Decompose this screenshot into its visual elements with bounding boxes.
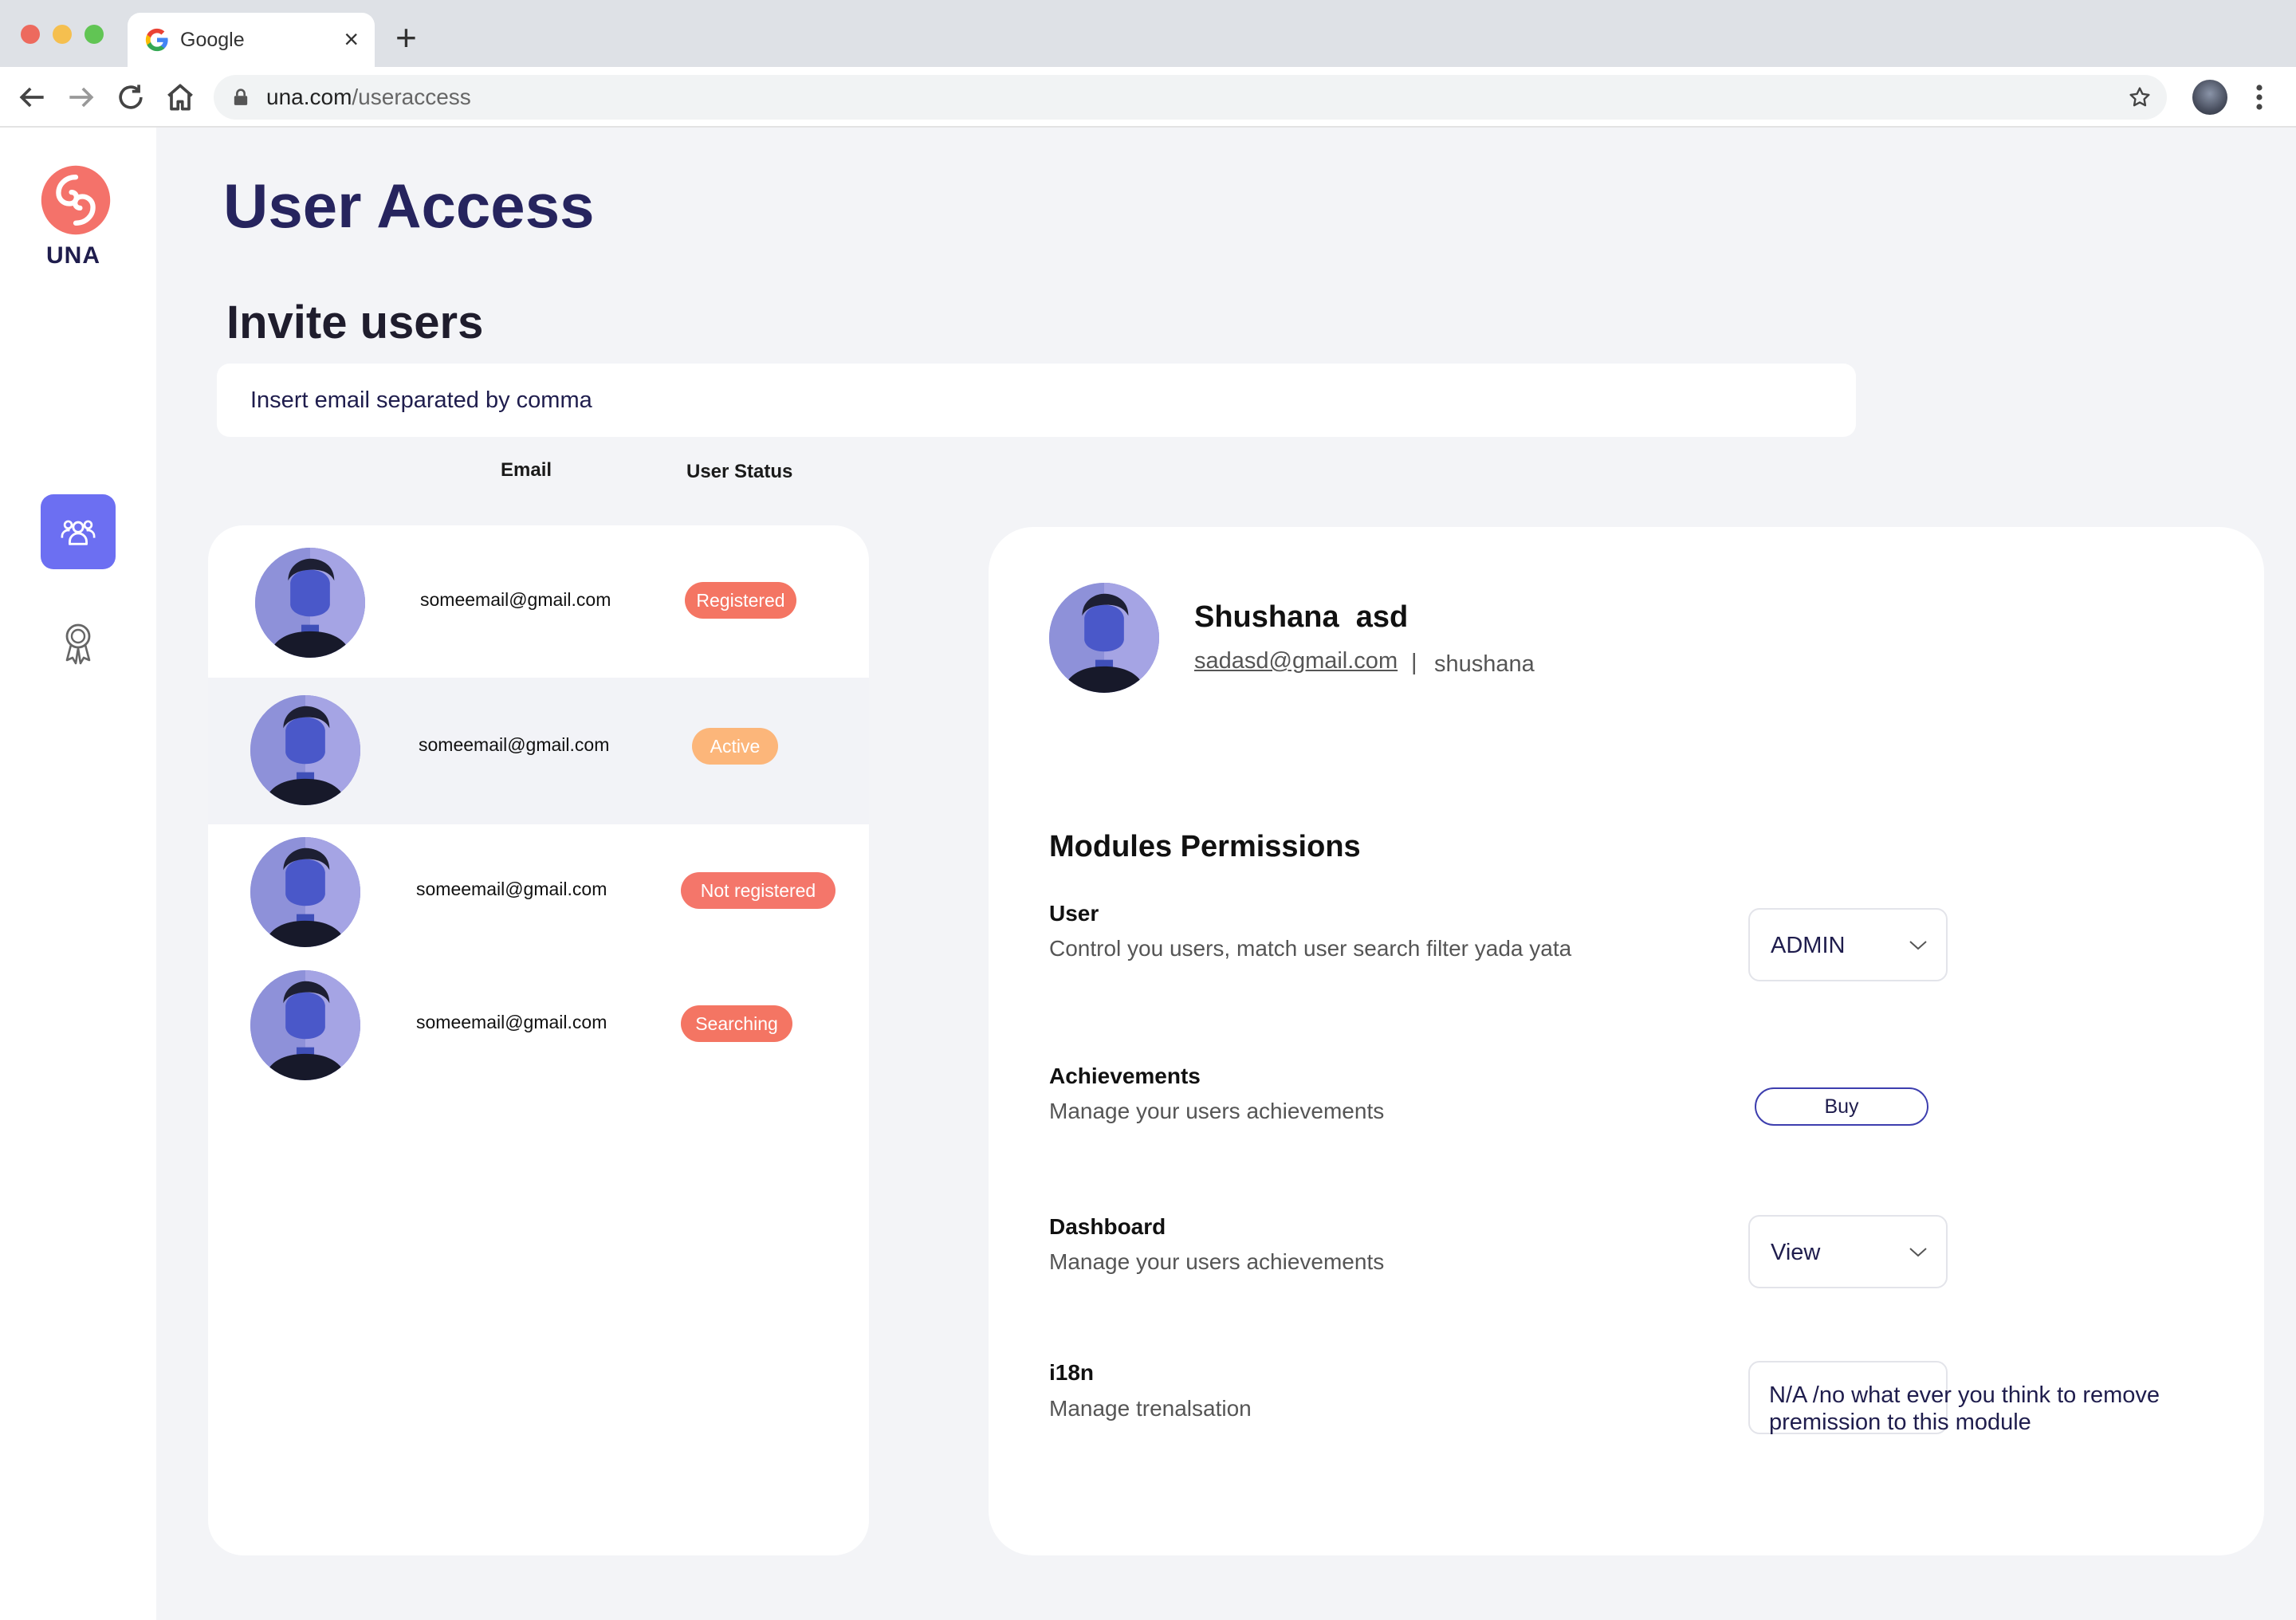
achievements-buy-button[interactable]: Buy — [1755, 1087, 1928, 1126]
window-minimize-button[interactable] — [53, 25, 72, 44]
status-badge: Active — [692, 728, 778, 765]
select-value: ADMIN — [1771, 933, 1846, 958]
bookmark-star-icon[interactable] — [2127, 85, 2152, 110]
avatar — [250, 837, 360, 947]
user-row[interactable]: someemail@gmail.com Registered — [208, 525, 869, 672]
status-badge: Registered — [685, 582, 796, 619]
una-logo-icon[interactable] — [40, 164, 112, 236]
award-icon — [65, 623, 91, 665]
browser-tab[interactable]: Google × — [128, 13, 375, 67]
avatar — [255, 548, 365, 658]
module-name-dashboard: Dashboard — [1049, 1214, 1166, 1239]
avatar — [1049, 583, 1159, 693]
avatar — [250, 695, 360, 805]
sidebar-item-achievements[interactable] — [59, 620, 97, 665]
invite-email-input[interactable] — [217, 364, 1856, 437]
new-tab-button[interactable]: + — [395, 18, 417, 57]
i18n-select-value: N/A /no what ever you think to remove pr… — [1769, 1382, 2160, 1435]
invite-users-title: Invite users — [226, 297, 484, 348]
status-badge: Not registered — [681, 872, 835, 909]
column-header-email: Email — [501, 459, 552, 481]
separator: | — [1411, 650, 1417, 675]
select-value: View — [1771, 1240, 1821, 1265]
user-row[interactable]: someemail@gmail.com Searching — [208, 957, 869, 1104]
home-icon[interactable] — [163, 80, 198, 115]
module-name-i18n: i18n — [1049, 1360, 1095, 1385]
browser-profile-avatar[interactable] — [2192, 80, 2227, 115]
tab-title: Google — [180, 29, 245, 51]
browser-toolbar: una.com/useraccess — [0, 67, 2296, 128]
user-email: someemail@gmail.com — [416, 879, 607, 899]
back-arrow-icon[interactable] — [14, 80, 49, 115]
users-icon — [61, 520, 96, 545]
module-description-dashboard: Manage your users achievements — [1049, 1249, 1385, 1274]
logo-text: UNA — [46, 242, 100, 269]
status-badge: Searching — [681, 1005, 792, 1042]
url-domain: una.com — [266, 85, 352, 109]
page-title: User Access — [223, 171, 595, 241]
column-header-user-status: User Status — [686, 461, 793, 482]
sidebar-item-users[interactable] — [41, 494, 116, 569]
user-username: shushana — [1434, 651, 1535, 677]
user-row[interactable]: someemail@gmail.com Not registered — [208, 824, 869, 971]
user-row-selected[interactable]: someemail@gmail.com Active — [208, 678, 869, 824]
avatar — [250, 970, 360, 1080]
window-close-button[interactable] — [21, 25, 40, 44]
url-path: /useraccess — [352, 85, 471, 109]
user-email: someemail@gmail.com — [419, 734, 610, 755]
window-zoom-button[interactable] — [85, 25, 104, 44]
chevron-down-icon — [1909, 941, 1927, 950]
user-detail-panel: Shushana asd sadasd@gmail.com | shushana… — [989, 527, 2264, 1555]
user-list: someemail@gmail.com Registered someemail… — [208, 525, 869, 1555]
sidebar: UNA — [0, 128, 156, 1620]
module-name-user: User — [1049, 901, 1099, 926]
browser-menu-icon[interactable] — [2253, 83, 2266, 112]
user-email-link[interactable]: sadasd@gmail.com — [1194, 647, 1398, 675]
dashboard-permission-select[interactable]: View — [1748, 1215, 1948, 1288]
forward-arrow-icon[interactable] — [64, 80, 99, 115]
user-email: someemail@gmail.com — [420, 589, 611, 610]
module-description-i18n: Manage trenalsation — [1049, 1396, 1252, 1421]
chevron-down-icon — [1909, 1248, 1927, 1257]
tab-close-button[interactable]: × — [344, 26, 359, 53]
module-description-user: Control you users, match user search fil… — [1049, 936, 1572, 961]
user-permission-select[interactable]: ADMIN — [1748, 908, 1948, 981]
google-favicon-icon — [144, 26, 171, 53]
browser-tab-bar: Google × + — [0, 0, 2296, 67]
reload-icon[interactable] — [113, 80, 148, 115]
user-email: someemail@gmail.com — [416, 1012, 607, 1032]
lock-icon — [234, 88, 248, 105]
user-full-name: Shushana asd — [1194, 600, 1409, 634]
modules-permissions-title: Modules Permissions — [1049, 830, 1361, 863]
url-text: una.com/useraccess — [266, 85, 471, 110]
module-description-achievements: Manage your users achievements — [1049, 1099, 1385, 1123]
module-name-achievements: Achievements — [1049, 1064, 1201, 1088]
address-bar[interactable]: una.com/useraccess — [214, 75, 2167, 120]
